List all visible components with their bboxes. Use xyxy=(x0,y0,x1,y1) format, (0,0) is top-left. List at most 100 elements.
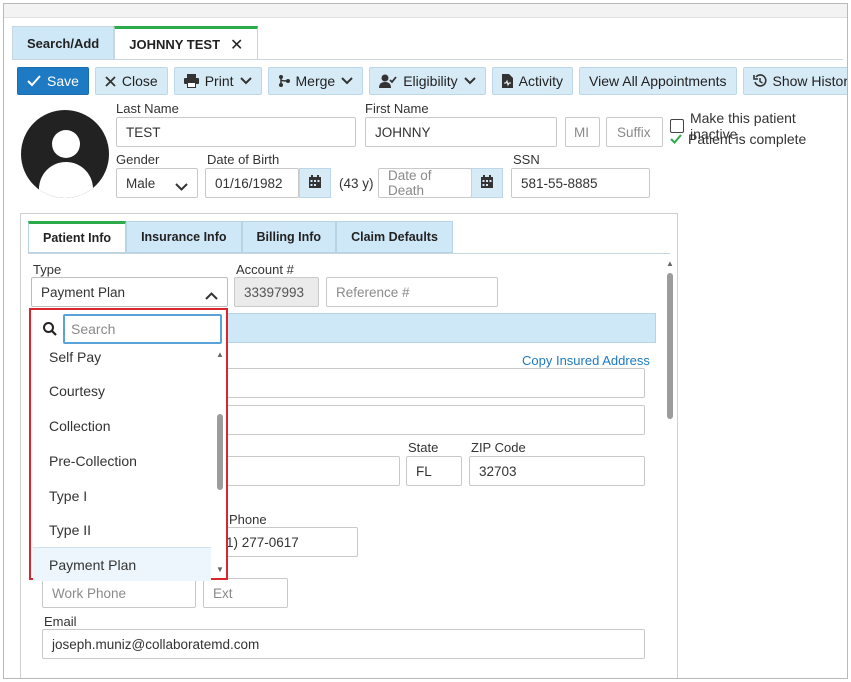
tab-billing-info-label: Billing Info xyxy=(256,230,322,244)
mi-field[interactable]: MI xyxy=(565,117,600,147)
dob-field[interactable]: 01/16/1982 xyxy=(205,168,299,198)
view-all-appointments-button[interactable]: View All Appointments xyxy=(579,67,737,95)
print-label: Print xyxy=(204,73,234,89)
tab-patient-info-label: Patient Info xyxy=(43,231,112,245)
reference-field[interactable]: Reference # xyxy=(326,277,498,307)
account-label: Account # xyxy=(236,262,294,277)
ext-field[interactable]: Ext xyxy=(203,578,288,608)
dropdown-scrollbar[interactable]: ▲ ▼ xyxy=(215,348,225,576)
city-field[interactable] xyxy=(221,456,400,486)
calendar-icon xyxy=(309,175,321,191)
merge-icon xyxy=(278,74,290,88)
dropdown-option-courtesy[interactable]: Courtesy xyxy=(33,374,211,408)
x-icon xyxy=(105,75,116,87)
tab-strip: Search/Add JOHNNY TEST ✕ xyxy=(12,26,259,60)
check-icon xyxy=(670,131,682,147)
save-label: Save xyxy=(47,73,79,89)
suffix-field[interactable]: Suffix xyxy=(606,117,663,147)
panel-tab-divider xyxy=(28,253,670,254)
dropdown-option-type-i[interactable]: Type I xyxy=(33,479,211,513)
app-window: Search/Add JOHNNY TEST ✕ Save Close Prin… xyxy=(3,3,848,679)
dob-calendar-button[interactable] xyxy=(299,168,331,198)
dropdown-scroll-thumb[interactable] xyxy=(217,414,223,490)
avatar xyxy=(21,110,109,198)
scroll-up-arrow-icon[interactable]: ▲ xyxy=(666,259,674,268)
tab-search-add-label: Search/Add xyxy=(27,36,100,51)
tab-search-add[interactable]: Search/Add xyxy=(12,26,115,60)
dod-calendar-button[interactable] xyxy=(471,168,503,198)
zip-label: ZIP Code xyxy=(471,440,526,455)
show-history-button[interactable]: Show History xyxy=(742,67,848,95)
dob-label: Date of Birth xyxy=(207,152,280,167)
email-label: Email xyxy=(44,614,77,629)
tab-insurance-info[interactable]: Insurance Info xyxy=(126,221,242,253)
user-check-icon xyxy=(379,74,397,88)
calendar-icon xyxy=(481,175,493,191)
close-icon[interactable]: ✕ xyxy=(230,35,243,55)
dropdown-option-payment-plan[interactable]: Payment Plan xyxy=(33,547,211,581)
scroll-up-arrow-icon[interactable]: ▲ xyxy=(216,350,224,359)
gender-select[interactable]: Male xyxy=(116,168,198,198)
last-name-label: Last Name xyxy=(116,101,179,116)
merge-button[interactable]: Merge xyxy=(267,67,364,95)
phone-label: Phone xyxy=(229,512,267,527)
dod-field[interactable]: Date of Death xyxy=(378,168,472,198)
check-icon xyxy=(27,75,41,87)
state-label: State xyxy=(408,440,439,455)
panel-scrollbar[interactable]: ▲ xyxy=(664,259,676,678)
eligibility-label: Eligibility xyxy=(403,73,458,89)
tab-claim-defaults-label: Claim Defaults xyxy=(351,230,438,244)
type-dropdown-menu: Search Self Pay Courtesy Collection Pre-… xyxy=(29,308,228,581)
printer-icon xyxy=(183,74,199,88)
close-button[interactable]: Close xyxy=(94,67,168,95)
phone-field[interactable]: 1) 277-0617 xyxy=(221,527,358,557)
save-button[interactable]: Save xyxy=(17,67,89,95)
tab-divider xyxy=(12,59,843,60)
history-icon xyxy=(752,74,767,88)
tab-billing-info[interactable]: Billing Info xyxy=(241,221,337,253)
view-all-appointments-label: View All Appointments xyxy=(589,73,727,89)
dropdown-option-pre-collection[interactable]: Pre-Collection xyxy=(33,444,211,478)
chevron-down-icon xyxy=(239,77,252,85)
copy-insured-address-link[interactable]: Copy Insured Address xyxy=(522,353,650,368)
top-bar xyxy=(4,4,847,18)
tab-patient-info[interactable]: Patient Info xyxy=(28,221,127,253)
address-line-2-field[interactable] xyxy=(221,405,645,435)
dropdown-option-type-ii[interactable]: Type II xyxy=(33,513,211,547)
email-field[interactable]: joseph.muniz@collaboratemd.com xyxy=(42,629,645,659)
search-icon xyxy=(37,322,63,336)
chevron-down-icon xyxy=(175,179,188,194)
show-history-label: Show History xyxy=(772,73,848,89)
chevron-down-icon xyxy=(341,77,353,85)
scroll-down-arrow-icon[interactable]: ▼ xyxy=(216,565,224,574)
tab-patient-label: JOHNNY TEST xyxy=(129,37,221,52)
scroll-thumb[interactable] xyxy=(667,273,673,419)
dropdown-option-self-pay[interactable]: Self Pay xyxy=(33,340,211,374)
type-label: Type xyxy=(33,262,62,277)
type-select[interactable]: Payment Plan xyxy=(31,277,228,307)
age-text: (43 y) xyxy=(339,176,374,191)
last-name-field[interactable]: TEST xyxy=(116,117,356,147)
ssn-field[interactable]: 581-55-8885 xyxy=(511,168,650,198)
address-line-1-field[interactable] xyxy=(221,368,645,398)
zip-field[interactable]: 32703 xyxy=(469,456,645,486)
close-label: Close xyxy=(121,73,158,89)
print-button[interactable]: Print xyxy=(173,67,262,95)
work-phone-field[interactable]: Work Phone xyxy=(42,578,196,608)
type-value: Payment Plan xyxy=(41,284,126,300)
panel-tabs: Patient Info Insurance Info Billing Info… xyxy=(28,221,453,253)
eligibility-button[interactable]: Eligibility xyxy=(369,67,486,95)
ssn-label: SSN xyxy=(513,152,540,167)
toolbar: Save Close Print Merge Eligibility Activ… xyxy=(17,67,848,95)
dropdown-option-collection[interactable]: Collection xyxy=(33,409,211,443)
tab-patient[interactable]: JOHNNY TEST ✕ xyxy=(114,26,259,60)
tab-insurance-info-label: Insurance Info xyxy=(141,230,227,244)
account-field: 33397993 xyxy=(234,277,319,307)
first-name-field[interactable]: JOHNNY xyxy=(365,117,557,147)
merge-label: Merge xyxy=(295,73,336,89)
activity-button[interactable]: Activity xyxy=(491,67,574,95)
patient-complete-label: Patient is complete xyxy=(688,131,807,147)
state-field[interactable]: FL xyxy=(406,456,462,486)
activity-file-icon xyxy=(501,74,513,88)
tab-claim-defaults[interactable]: Claim Defaults xyxy=(336,221,453,253)
